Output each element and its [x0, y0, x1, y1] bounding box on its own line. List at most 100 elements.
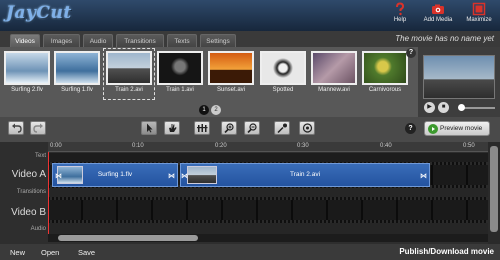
ruler-tick: 0:40 [380, 143, 392, 149]
select-tool-button[interactable] [141, 121, 157, 135]
clip-thumbnail [311, 51, 357, 85]
clip-thumbnail [260, 51, 306, 85]
video-b-track[interactable] [48, 197, 488, 223]
publish-download-button[interactable]: Publish/Download movie [399, 247, 494, 256]
tab-transitions[interactable]: Transitions [116, 34, 164, 47]
tab-settings[interactable]: Settings [200, 34, 236, 47]
clip-thumbnail [54, 51, 100, 85]
preview-movie-button[interactable]: Preview movie [424, 121, 490, 136]
zoom-in-icon [224, 123, 234, 133]
tab-images[interactable]: Images [43, 34, 80, 47]
split-icon [197, 124, 208, 132]
vertical-scroll-thumb[interactable] [490, 146, 498, 232]
help-label: Help [393, 17, 407, 23]
trim-handle-icon[interactable]: ⋈ [181, 172, 188, 180]
zoom-out-icon [247, 123, 257, 133]
media-clip[interactable]: Sunset.avi [208, 51, 254, 97]
help-button[interactable]: Help [389, 2, 411, 29]
zoom-in-button[interactable] [221, 121, 237, 135]
ruler-tick: 0:00 [50, 143, 62, 149]
ruler-tick: 0:20 [215, 143, 227, 149]
clip-label: Sunset.avi [216, 87, 246, 93]
media-clip[interactable]: Mannew.avi [311, 51, 357, 97]
editing-toolbar: ? Preview movie [0, 117, 500, 142]
tab-videos[interactable]: Videos [10, 34, 40, 47]
zoom-out-button[interactable] [244, 121, 260, 135]
clip-label: Mannew.avi [318, 87, 350, 93]
media-clip[interactable]: Train 2.avi [103, 48, 155, 100]
timeline-clip[interactable]: Surfing 1.flv ⋈ ⋈ [52, 163, 178, 187]
maximize-button[interactable]: Maximize [464, 2, 494, 29]
track-label-transitions: Transitions [16, 189, 46, 195]
preview-movie-label: Preview movie [440, 125, 483, 132]
play-icon [428, 124, 438, 134]
clip-thumbnail [4, 51, 50, 85]
toolbar-help-button[interactable]: ? [405, 123, 416, 134]
pipette-tool-button[interactable] [274, 121, 290, 135]
media-clip[interactable]: Carnivorous [362, 51, 408, 97]
trim-handle-icon[interactable]: ⋈ [420, 172, 427, 180]
clip-label: Train 2.avi [115, 87, 143, 93]
track-label-audio: Audio [30, 226, 46, 232]
open-button[interactable]: Open [41, 248, 59, 257]
media-clip[interactable]: Surfing 2.flv [4, 51, 50, 97]
media-library: Surfing 2.flv Surfing 1.flv Train 2.avi … [0, 47, 418, 117]
preview-screen [423, 55, 495, 99]
undo-button[interactable] [8, 121, 24, 135]
media-help-button[interactable]: ? [406, 48, 416, 58]
add-media-button[interactable]: Add Media [421, 2, 455, 29]
camera-icon [432, 4, 444, 14]
transitions-track[interactable] [48, 188, 488, 197]
ruler-tick: 0:30 [297, 143, 309, 149]
select-icon [147, 123, 153, 133]
timeline-clip[interactable]: Train 2.avi ⋈ ⋈ [180, 163, 430, 187]
clip-thumbnail [106, 51, 152, 85]
track-label-text: Text [34, 153, 46, 159]
clip-label: Train 1.avi [166, 87, 194, 93]
track-label-video-b: Video B [11, 207, 46, 218]
playhead[interactable] [48, 152, 49, 236]
preview-panel: ▶ ■ [418, 47, 500, 117]
track-label-video-a: Video A [11, 169, 46, 180]
media-clip[interactable]: Train 1.avi [157, 51, 203, 97]
ruler-tick: 0:50 [463, 143, 475, 149]
hand-icon [169, 124, 177, 132]
text-track[interactable] [48, 153, 488, 162]
trim-handle-icon[interactable]: ⋈ [168, 172, 175, 180]
movie-name[interactable]: The movie has no name yet [395, 34, 494, 43]
hand-tool-button[interactable] [164, 121, 180, 135]
app-header: JayCut Help Add Media Maximize [0, 0, 500, 31]
preview-scrubber[interactable] [461, 107, 495, 109]
clip-thumbnail [362, 51, 408, 85]
bottom-bar: New Open Save Publish/Download movie [0, 244, 500, 260]
time-ruler[interactable]: 0:00 0:10 0:20 0:30 0:40 0:50 [48, 142, 488, 152]
preview-scrubber-handle[interactable] [458, 104, 465, 111]
clip-label: Surfing 2.flv [11, 87, 43, 93]
maximize-icon [472, 2, 486, 16]
play-button[interactable]: ▶ [424, 102, 435, 113]
clip-label: Carnivorous [368, 87, 402, 93]
add-media-label: Add Media [423, 17, 453, 23]
redo-button[interactable] [30, 121, 46, 135]
trim-handle-icon[interactable]: ⋈ [55, 172, 62, 180]
stop-button[interactable]: ■ [438, 102, 449, 113]
page-2-button[interactable]: 2 [211, 105, 221, 115]
split-tool-button[interactable] [194, 121, 210, 135]
save-button[interactable]: Save [78, 248, 95, 257]
clip-thumbnail [208, 51, 254, 85]
audio-track[interactable] [48, 223, 488, 234]
timeline-clip-label: Surfing 1.flv [97, 171, 133, 178]
new-button[interactable]: New [10, 248, 25, 257]
redo-icon [33, 123, 43, 133]
clip-thumbnail [157, 51, 203, 85]
horizontal-scroll-thumb[interactable] [58, 235, 198, 241]
options-tool-button[interactable] [299, 121, 315, 135]
tab-texts[interactable]: Texts [167, 34, 197, 47]
media-clip[interactable]: Spotted [260, 51, 306, 97]
timeline-clip-label: Train 2.avi [289, 171, 321, 178]
page-1-button[interactable]: 1 [199, 105, 209, 115]
tab-audio[interactable]: Audio [83, 34, 113, 47]
undo-icon [12, 123, 22, 133]
media-clip[interactable]: Surfing 1.flv [54, 51, 100, 97]
maximize-label: Maximize [466, 17, 492, 23]
